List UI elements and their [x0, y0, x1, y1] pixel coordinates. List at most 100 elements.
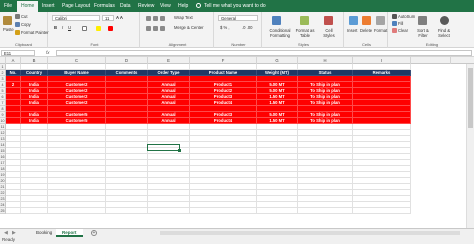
formula-bar: E11 fx — [0, 49, 474, 57]
eraser-icon — [392, 28, 397, 33]
tab-help[interactable]: Help — [178, 3, 188, 9]
tab-insert[interactable]: Insert — [42, 3, 55, 9]
empty-cell[interactable] — [48, 208, 106, 214]
column-header-a[interactable]: A — [6, 57, 21, 64]
font-label: Font — [90, 42, 99, 47]
align-middle-icon[interactable] — [153, 16, 158, 21]
fill-color-icon[interactable] — [96, 26, 101, 31]
horizontal-scrollbar[interactable] — [160, 231, 460, 235]
tab-view[interactable]: View — [160, 3, 171, 9]
insert-button[interactable]: Insert — [347, 28, 357, 33]
sheet-tab-bar: ◀ ▶ Booking Report + — [0, 228, 474, 237]
tab-page-layout[interactable]: Page Layout — [62, 3, 90, 9]
status-text: Ready — [2, 237, 16, 242]
clear-button[interactable]: Clear — [392, 28, 408, 33]
cut-button[interactable]: Cut — [15, 14, 28, 19]
decimal-icon[interactable]: .0 .00 — [242, 25, 252, 30]
cell-styles-button[interactable]: Cell Styles — [320, 28, 338, 38]
vertical-scrollbar[interactable] — [466, 64, 474, 228]
autosum-button[interactable]: AutoSum — [392, 14, 415, 19]
sigma-icon — [392, 14, 397, 19]
paste-button[interactable]: Paste — [3, 27, 14, 32]
column-header-g[interactable]: G — [257, 57, 298, 64]
font-color-icon[interactable] — [108, 26, 113, 31]
column-header-f[interactable]: F — [190, 57, 257, 64]
empty-cell[interactable] — [6, 208, 21, 214]
number-label: Number — [231, 42, 246, 47]
format-as-table-button[interactable]: Format as Table — [295, 28, 315, 38]
name-box[interactable]: E11 — [1, 50, 35, 56]
column-header-extra[interactable] — [451, 57, 474, 64]
sheet-next-icon[interactable]: ▶ — [12, 230, 16, 236]
formula-input[interactable] — [56, 50, 472, 56]
empty-cell[interactable] — [190, 208, 257, 214]
vertical-scroll-thumb[interactable] — [468, 68, 473, 128]
insert-cells-icon — [349, 16, 358, 25]
align-left-icon[interactable] — [146, 26, 151, 31]
sort-filter-icon — [418, 16, 427, 25]
copy-button[interactable]: Copy — [15, 22, 31, 27]
cells-label: Cells — [362, 42, 371, 47]
grow-font-icon[interactable]: A A — [116, 15, 123, 20]
underline-icon[interactable]: U — [68, 25, 71, 30]
conditional-formatting-button[interactable]: Conditional Formatting — [266, 28, 294, 38]
align-bottom-icon[interactable] — [160, 16, 165, 21]
fx-icon[interactable]: fx — [46, 50, 50, 55]
fill-button[interactable]: Fill — [392, 21, 403, 26]
column-header-h[interactable]: H — [298, 57, 353, 64]
alignment-label: Alignment — [168, 42, 187, 47]
tab-home[interactable]: Home — [17, 1, 39, 12]
empty-cell[interactable] — [353, 208, 411, 214]
clipboard-group: Paste Cut Copy Format Painter Clipboard — [0, 12, 49, 48]
font-size-select[interactable]: 11 — [102, 15, 114, 21]
format-cells-icon — [376, 16, 385, 25]
selected-cell[interactable] — [147, 144, 181, 152]
number-format-select[interactable]: General — [218, 15, 258, 21]
format-button[interactable]: Format — [374, 28, 387, 33]
sheet-tab-report[interactable]: Report — [56, 229, 83, 237]
align-right-icon[interactable] — [160, 26, 165, 31]
sheet-tab-booking[interactable]: Booking — [30, 229, 58, 237]
editing-group: AutoSum Fill Clear Sort & Filter Find & … — [390, 12, 474, 48]
add-sheet-button[interactable]: + — [91, 230, 97, 236]
brush-icon — [15, 30, 20, 35]
empty-cell[interactable] — [21, 208, 48, 214]
empty-cell[interactable] — [257, 208, 298, 214]
bold-icon[interactable]: B — [54, 25, 57, 30]
fill-down-icon — [392, 21, 397, 26]
tell-me-search[interactable]: Tell me what you want to do — [196, 3, 266, 9]
font-group: Calibri 11 A A B I U Font — [50, 12, 140, 48]
worksheet-grid[interactable]: ABCDEFGHI 1 2 No. Country Buyer Name Comments… — [0, 57, 474, 228]
tell-me-label: Tell me what you want to do — [204, 3, 266, 9]
border-icon[interactable] — [82, 26, 87, 31]
format-painter-button[interactable]: Format Painter — [15, 30, 49, 35]
column-header-e[interactable]: E — [148, 57, 190, 64]
italic-icon[interactable]: I — [62, 25, 63, 30]
column-header-i[interactable]: I — [353, 57, 411, 64]
empty-cell[interactable] — [298, 208, 353, 214]
tab-review[interactable]: Review — [138, 3, 154, 9]
column-header-b[interactable]: B — [21, 57, 48, 64]
cell-styles-icon — [324, 16, 333, 25]
delete-button[interactable]: Delete — [360, 28, 372, 33]
table-row — [6, 208, 411, 214]
tab-file[interactable]: File — [4, 3, 12, 9]
status-bar: Ready — [0, 237, 474, 244]
column-header-c[interactable]: C — [48, 57, 106, 64]
tab-data[interactable]: Data — [120, 3, 131, 9]
tab-formulas[interactable]: Formulas — [94, 3, 115, 9]
merge-center-button[interactable]: Merge & Center — [174, 25, 204, 30]
sheet-prev-icon[interactable]: ◀ — [4, 230, 8, 236]
find-select-button[interactable]: Find & Select — [435, 28, 453, 38]
empty-cell[interactable] — [148, 208, 190, 214]
column-header-extra[interactable] — [411, 57, 451, 64]
font-name-select[interactable]: Calibri — [52, 15, 100, 21]
align-top-icon[interactable] — [146, 16, 151, 21]
column-header-d[interactable]: D — [106, 57, 148, 64]
empty-cell[interactable] — [106, 208, 148, 214]
sort-filter-button[interactable]: Sort & Filter — [414, 28, 432, 38]
wrap-text-button[interactable]: Wrap Text — [174, 15, 193, 20]
align-center-icon[interactable] — [153, 26, 158, 31]
currency-icon[interactable]: $ % , — [220, 25, 230, 30]
format-table-icon — [300, 16, 309, 25]
